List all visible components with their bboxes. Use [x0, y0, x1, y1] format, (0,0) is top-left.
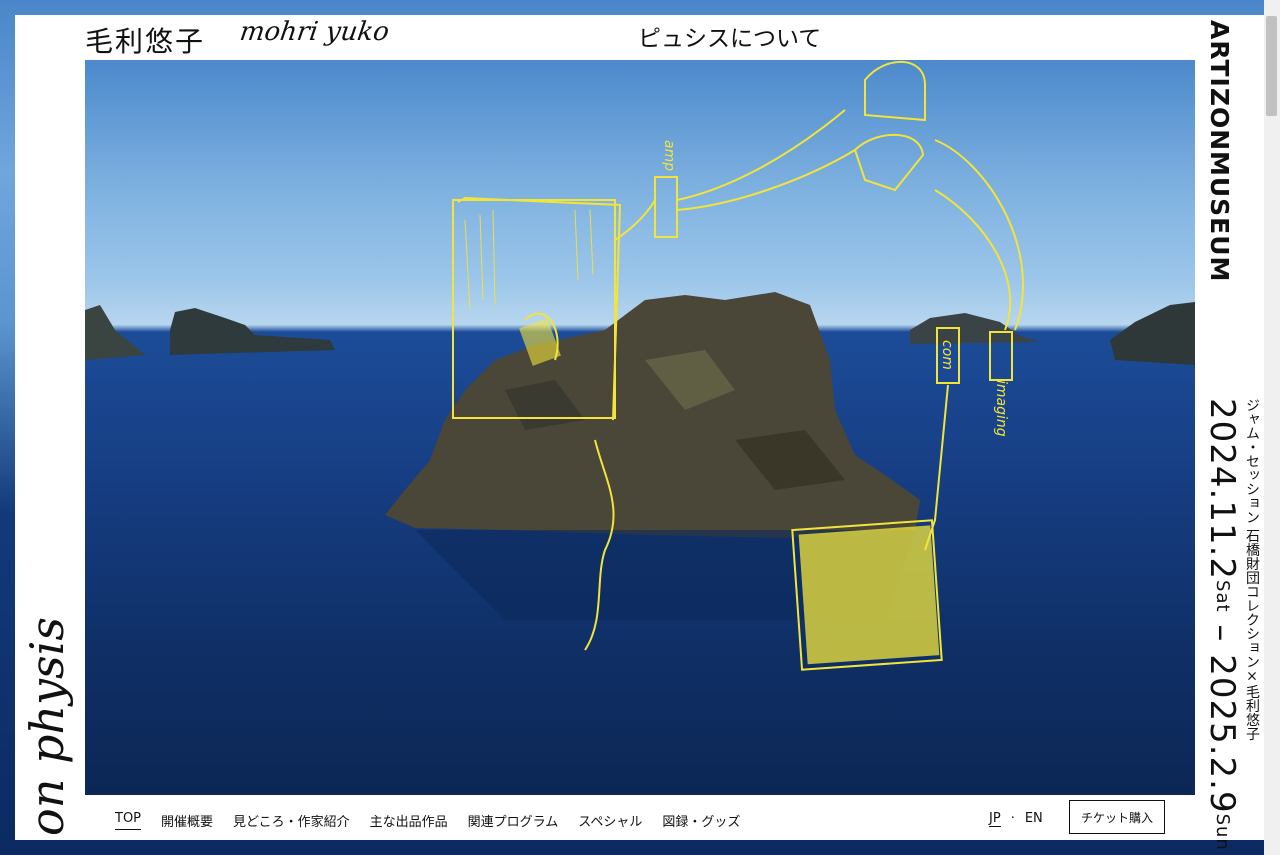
exhibition-date-block: ジャム・セッション 石橋財団コレクション×毛利悠子 2024.11.2Sat –… — [1202, 398, 1262, 851]
scrollbar[interactable] — [1264, 0, 1280, 855]
sketch-label-com: com — [939, 340, 955, 370]
language-switch: JP · EN — [989, 811, 1043, 827]
end-date: 2025.2.9 — [1202, 654, 1242, 814]
sketch-label-amp: amp — [661, 140, 677, 171]
hero-image: amp com imaging — [85, 60, 1195, 795]
main-nav: TOP 開催概要 見どころ・作家紹介 主な出品作品 関連プログラム スペシャル … — [115, 811, 740, 830]
about-physis-link[interactable]: ピュシスについて — [638, 19, 821, 53]
nav-item-overview[interactable]: 開催概要 — [161, 811, 213, 830]
nav-item-special[interactable]: スペシャル — [578, 811, 642, 830]
rock-far-right — [1110, 302, 1195, 365]
date-separator: – — [1202, 612, 1242, 655]
exhibition-dates: 2024.11.2Sat – 2025.2.9Sun — [1202, 398, 1242, 851]
nav-item-highlights[interactable]: 見どころ・作家紹介 — [233, 811, 350, 830]
scrollbar-thumb[interactable] — [1266, 16, 1277, 116]
rock-far-left — [85, 305, 145, 360]
lang-en[interactable]: EN — [1025, 811, 1043, 827]
nav-item-works[interactable]: 主な出品作品 — [370, 811, 448, 830]
on-physis-text: on physis — [20, 617, 74, 836]
exhibition-subtitle: ジャム・セッション 石橋財団コレクション×毛利悠子 — [1244, 398, 1260, 741]
rock-right — [910, 313, 1040, 344]
start-date: 2024.11.2 — [1202, 398, 1242, 581]
ticket-purchase-button[interactable]: チケット購入 — [1069, 800, 1165, 834]
end-day: Sun — [1212, 813, 1233, 851]
main-rock — [385, 292, 920, 538]
sketch-label-imaging: imaging — [993, 380, 1009, 437]
lang-jp[interactable]: JP — [989, 811, 1001, 827]
site-header: 毛利悠子 mohri yuko ピュシスについて — [85, 15, 1195, 60]
nav-item-catalog-goods[interactable]: 図録・グッズ — [662, 811, 740, 830]
artist-name-en[interactable]: mohri yuko — [238, 17, 391, 47]
museum-logo-line2: MUSEUM — [1205, 151, 1234, 283]
start-day: Sat — [1212, 580, 1233, 613]
artizon-museum-logo[interactable]: ARTIZON MUSEUM — [1205, 20, 1261, 283]
nav-item-top[interactable]: TOP — [115, 811, 142, 830]
museum-logo-line1: ARTIZON — [1205, 20, 1234, 152]
on-physis-title: on physis — [15, 500, 85, 840]
artist-name-jp[interactable]: 毛利悠子 — [85, 20, 205, 60]
rock-left — [170, 308, 335, 355]
hero-illustration: amp com imaging — [85, 60, 1195, 671]
lang-separator: · — [1010, 811, 1015, 826]
nav-item-programs[interactable]: 関連プログラム — [468, 811, 559, 830]
